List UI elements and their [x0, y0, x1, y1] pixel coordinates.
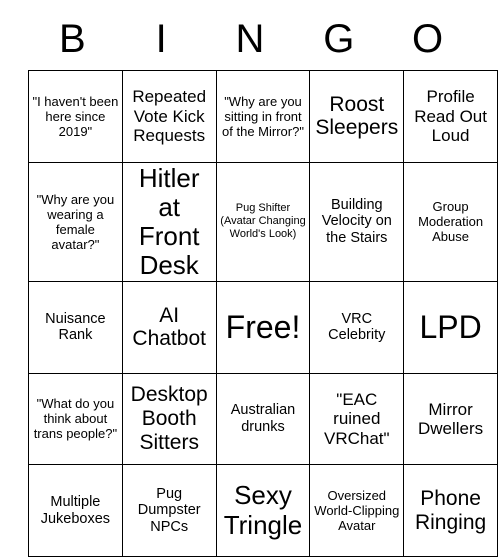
- bingo-cell[interactable]: LPD: [403, 281, 498, 374]
- bingo-cell[interactable]: Nuisance Rank: [28, 281, 123, 374]
- bingo-header-letter-n: N: [235, 17, 265, 61]
- bingo-cell[interactable]: AI Chatbot: [121, 281, 217, 374]
- bingo-row: Nuisance Rank AI Chatbot Free! VRC Celeb…: [28, 281, 498, 374]
- bingo-cell[interactable]: Sexy Tringle: [215, 464, 311, 557]
- bingo-free-cell[interactable]: Free!: [215, 281, 311, 374]
- bingo-cell-label: VRC Celebrity: [328, 310, 386, 344]
- bingo-cell[interactable]: "I haven't been here since 2019": [28, 70, 123, 163]
- bingo-header-row: B I N G O: [28, 8, 472, 70]
- bingo-cell[interactable]: Multiple Jukeboxes: [28, 464, 123, 557]
- bingo-cell-label: Nuisance Rank: [45, 310, 106, 344]
- bingo-cell[interactable]: VRC Celebrity: [309, 281, 405, 374]
- bingo-cell[interactable]: Profile Read Out Loud: [403, 70, 498, 163]
- bingo-cell[interactable]: Australian drunks: [215, 372, 311, 466]
- bingo-cell-label: AI Chatbot: [132, 303, 206, 351]
- bingo-cell-label: "EAC ruined VRChat": [324, 389, 390, 448]
- bingo-cell[interactable]: Repeated Vote Kick Requests: [121, 70, 217, 163]
- bingo-cell-label: "What do you think about trans people?": [33, 396, 118, 442]
- bingo-row: "I haven't been here since 2019" Repeate…: [28, 70, 498, 163]
- bingo-cell-label: Profile Read Out Loud: [414, 87, 487, 145]
- bingo-row: Multiple Jukeboxes Pug Dumpster NPCs Sex…: [28, 464, 498, 557]
- bingo-grid: "I haven't been here since 2019" Repeate…: [28, 70, 498, 557]
- bingo-cell-label: "I haven't been here since 2019": [32, 93, 119, 139]
- bingo-header-letter-g: G: [323, 17, 355, 61]
- bingo-cell[interactable]: Hitler at Front Desk: [121, 161, 217, 283]
- bingo-cell[interactable]: Group Moderation Abuse: [403, 161, 498, 283]
- bingo-cell[interactable]: Pug Shifter (Avatar Changing World's Loo…: [215, 161, 311, 283]
- bingo-cell-label: Hitler at Front Desk: [138, 162, 200, 280]
- bingo-free-label: Free!: [225, 308, 301, 345]
- bingo-row: "Why are you wearing a female avatar?" H…: [28, 161, 498, 283]
- bingo-cell-label: Multiple Jukeboxes: [40, 493, 111, 527]
- bingo-header-letter-b: B: [59, 17, 86, 61]
- bingo-header-letter-i: I: [155, 17, 167, 61]
- bingo-cell[interactable]: Pug Dumpster NPCs: [121, 464, 217, 557]
- bingo-cell-label: Group Moderation Abuse: [418, 199, 484, 245]
- bingo-cell-label: Australian drunks: [230, 402, 296, 435]
- bingo-cell[interactable]: "What do you think about trans people?": [28, 372, 123, 466]
- bingo-cell-label: Pug Dumpster NPCs: [137, 485, 201, 535]
- bingo-cell-label: Oversized World-Clipping Avatar: [314, 487, 400, 534]
- bingo-cell-label: "Why are you wearing a female avatar?": [36, 191, 115, 252]
- bingo-cell-label: Repeated Vote Kick Requests: [132, 87, 207, 145]
- bingo-cell[interactable]: "EAC ruined VRChat": [309, 372, 405, 466]
- bingo-cell-label: Desktop Booth Sitters: [130, 383, 208, 454]
- bingo-cell[interactable]: "Why are you wearing a female avatar?": [28, 161, 123, 283]
- bingo-header-letter-o: O: [412, 17, 444, 61]
- bingo-cell-label: Mirror Dwellers: [417, 399, 484, 438]
- bingo-cell-label: "Why are you sitting in front of the Mir…: [222, 93, 304, 139]
- bingo-cell-label: Pug Shifter (Avatar Changing World's Loo…: [220, 202, 306, 241]
- bingo-card: B I N G O "I haven't been here since 201…: [28, 8, 498, 557]
- bingo-cell[interactable]: Desktop Booth Sitters: [121, 372, 217, 466]
- bingo-row: "What do you think about trans people?" …: [28, 372, 498, 466]
- bingo-cell[interactable]: "Why are you sitting in front of the Mir…: [215, 70, 311, 163]
- bingo-cell-label: Phone Ringing: [414, 486, 487, 534]
- bingo-cell[interactable]: Mirror Dwellers: [403, 372, 498, 466]
- bingo-cell-label: LPD: [419, 308, 482, 345]
- bingo-cell[interactable]: Oversized World-Clipping Avatar: [309, 464, 405, 557]
- bingo-cell[interactable]: Roost Sleepers: [309, 70, 405, 163]
- bingo-cell[interactable]: Phone Ringing: [403, 464, 498, 557]
- bingo-cell-label: Building Velocity on the Stairs: [321, 196, 392, 247]
- bingo-cell-label: Sexy Tringle: [223, 480, 303, 540]
- bingo-cell-label: Roost Sleepers: [315, 92, 399, 140]
- bingo-cell[interactable]: Building Velocity on the Stairs: [309, 161, 405, 283]
